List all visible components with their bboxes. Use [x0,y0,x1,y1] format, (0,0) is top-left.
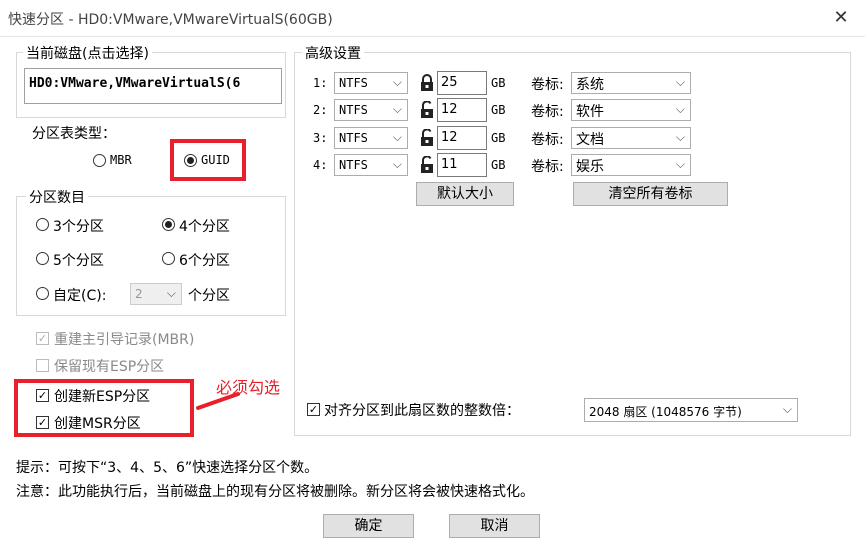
fs-value: NTFS [339,131,368,145]
volume-label-value: 娱乐 [576,159,604,175]
fs-select[interactable]: NTFS ⌵ [334,99,408,121]
radio-4-partitions[interactable] [162,218,175,231]
unlock-icon[interactable] [420,100,434,119]
volume-label-select[interactable]: 系统 ⌵ [571,72,691,94]
radio-3-partitions[interactable] [36,218,49,231]
fs-select[interactable]: NTFS ⌵ [334,127,408,149]
unit-label: GB [491,76,506,90]
volume-label-select[interactable]: 娱乐 ⌵ [571,154,691,176]
lock-icon[interactable] [420,74,434,92]
annotation-arrow [196,392,240,410]
volume-label-caption: 卷标: [531,104,564,120]
cancel-button[interactable]: 取消 [449,514,540,538]
rebuild-mbr-checkbox[interactable]: ✓ [36,332,49,345]
volume-label-select[interactable]: 软件 ⌵ [571,99,691,121]
chevron-down-icon: ⌵ [782,402,792,416]
align-checkbox[interactable]: ✓ [307,403,320,416]
partition-table-label: 分区表类型： [32,126,116,142]
chevron-down-icon: ⌵ [675,75,685,89]
row-number: 4: [313,158,328,172]
chevron-down-icon: ⌵ [392,102,402,116]
radio-5-partitions[interactable] [36,252,49,265]
rebuild-mbr-label: 重建主引导记录(MBR) [54,332,195,348]
size-input[interactable]: 11 [437,153,487,177]
align-value: 2048 扇区 (1048576 字节) [589,405,742,419]
create-esp-label: 创建新ESP分区 [54,389,151,405]
hint-tip: 提示：可按下“3、4、5、6”快速选择分区个数。 [16,460,319,476]
chevron-down-icon: ⌵ [675,102,685,116]
default-size-button[interactable]: 默认大小 [416,182,514,206]
volume-label-value: 文档 [576,132,604,148]
mbr-label: MBR [110,153,132,167]
volume-label-caption: 卷标: [531,132,564,148]
unlock-icon[interactable] [420,155,434,174]
fs-select[interactable]: NTFS ⌵ [334,154,408,176]
align-select[interactable]: 2048 扇区 (1048576 字节) ⌵ [584,398,798,422]
chevron-down-icon: ⌵ [675,130,685,144]
custom-suffix: 个分区 [188,288,230,304]
size-value: 12 [441,102,458,117]
chevron-down-icon: ⌵ [392,75,402,89]
custom-count-select[interactable]: 2 ⌵ [130,283,182,305]
title-bar: 快速分区 - HD0:VMware,VMwareVirtualS(60GB) ✕ [0,0,865,37]
label-4-partitions: 4个分区 [179,219,230,235]
mbr-radio[interactable] [93,154,106,167]
label-5-partitions: 5个分区 [53,253,104,269]
fs-value: NTFS [339,158,368,172]
row-number: 2: [313,103,328,117]
row-number: 1: [313,76,328,90]
guid-radio[interactable] [184,154,197,167]
size-value: 12 [441,130,458,145]
close-button[interactable]: ✕ [826,4,856,32]
fs-select[interactable]: NTFS ⌵ [334,72,408,94]
unlock-icon[interactable] [420,128,434,147]
size-input[interactable]: 12 [437,126,487,150]
size-value: 11 [441,157,458,172]
guid-label: GUID [201,153,230,167]
size-value: 25 [441,75,458,90]
custom-label: 自定(C): [53,288,107,304]
keep-esp-label: 保留现有ESP分区 [54,359,165,375]
chevron-down-icon: ⌵ [392,130,402,144]
keep-esp-checkbox[interactable] [36,359,49,372]
unit-label: GB [491,103,506,117]
partition-count-label: 分区数目 [26,187,88,207]
volume-label-value: 软件 [576,104,604,120]
clear-labels-button[interactable]: 清空所有卷标 [573,182,728,206]
create-msr-checkbox[interactable]: ✓ [36,416,49,429]
unit-label: GB [491,158,506,172]
size-input[interactable]: 25 [437,71,487,95]
disk-value: HD0:VMware,VMwareVirtualS(6 [29,76,241,91]
chevron-down-icon: ⌵ [675,157,685,171]
chevron-down-icon: ⌵ [392,157,402,171]
disk-select-field[interactable]: HD0:VMware,VMwareVirtualS(6 [24,68,282,104]
fs-value: NTFS [339,103,368,117]
label-6-partitions: 6个分区 [179,253,230,269]
volume-label-caption: 卷标: [531,159,564,175]
current-disk-label: 当前磁盘(点击选择) [23,43,152,63]
unit-label: GB [491,131,506,145]
fs-value: NTFS [339,76,368,90]
hint-note: 注意：此功能执行后，当前磁盘上的现有分区将被删除。新分区将会被快速格式化。 [16,484,534,500]
advanced-settings-label: 高级设置 [302,43,364,63]
create-msr-label: 创建MSR分区 [54,416,141,432]
radio-6-partitions[interactable] [162,252,175,265]
volume-label-value: 系统 [576,77,604,93]
label-3-partitions: 3个分区 [53,219,104,235]
row-number: 3: [313,131,328,145]
radio-custom-partitions[interactable] [36,287,49,300]
custom-count-value: 2 [135,287,143,301]
create-esp-checkbox[interactable]: ✓ [36,389,49,402]
volume-label-caption: 卷标: [531,77,564,93]
window-title: 快速分区 - HD0:VMware,VMwareVirtualS(60GB) [8,12,333,28]
ok-button[interactable]: 确定 [323,514,414,538]
chevron-down-icon: ⌵ [166,286,176,300]
size-input[interactable]: 12 [437,98,487,122]
volume-label-select[interactable]: 文档 ⌵ [571,127,691,149]
close-icon: ✕ [833,7,849,28]
align-label: 对齐分区到此扇区数的整数倍： [324,403,520,419]
